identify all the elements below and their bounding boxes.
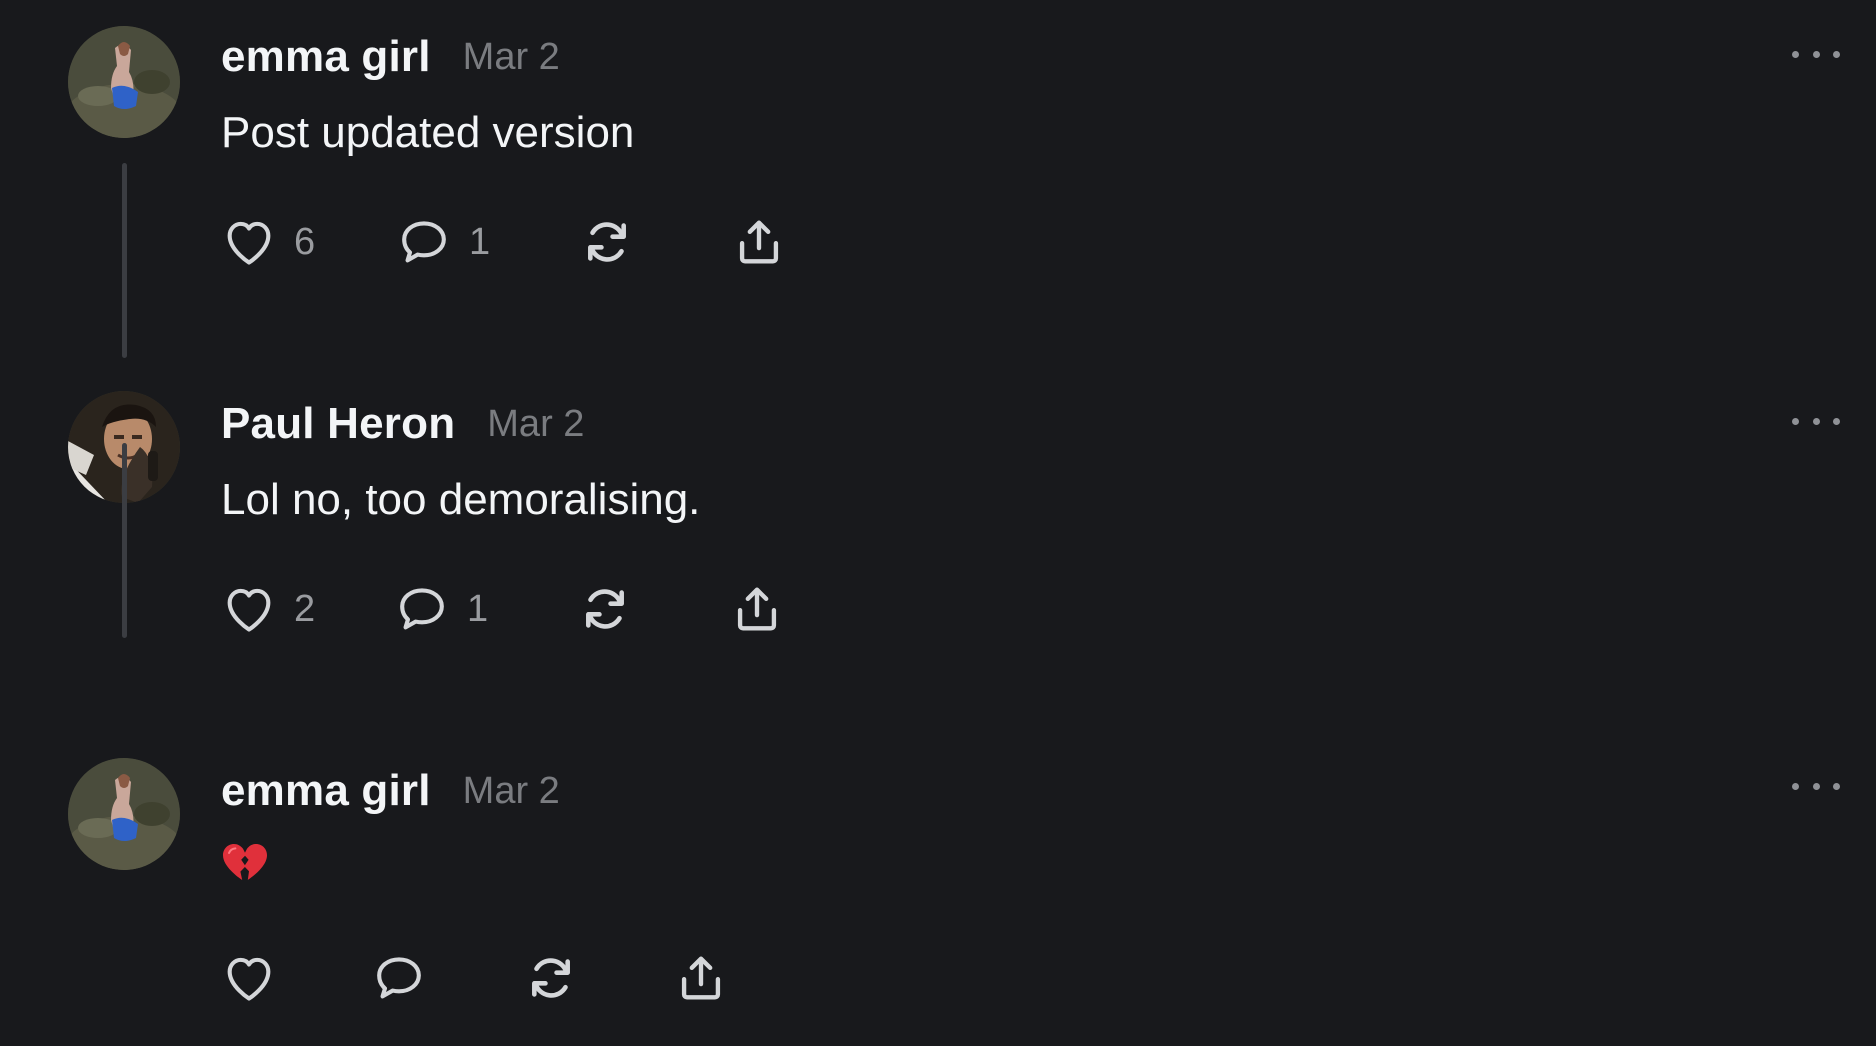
repost-icon <box>578 213 636 271</box>
repost-button[interactable] <box>522 946 580 1010</box>
username[interactable]: Paul Heron <box>221 399 455 449</box>
post-emoji <box>221 842 269 893</box>
user-avatar[interactable] <box>68 26 180 138</box>
share-button[interactable] <box>728 577 786 641</box>
post-text: Lol no, too demoralising. <box>221 475 701 524</box>
thread-feed: emma girl Mar 2 Post updated version 6 1 <box>0 0 1876 1046</box>
repost-button[interactable] <box>578 210 636 274</box>
reply-button[interactable] <box>370 946 428 1010</box>
thread-connector-line <box>122 443 127 638</box>
emma-avatar-image <box>68 26 180 138</box>
post-item: emma girl Mar 2 <box>0 734 1876 1046</box>
username[interactable]: emma girl <box>221 32 431 82</box>
repost-icon <box>576 580 634 638</box>
repost-icon <box>522 949 580 1007</box>
more-options-icon[interactable] <box>1792 40 1840 68</box>
share-button[interactable] <box>672 946 730 1010</box>
post-date: Mar 2 <box>462 769 560 812</box>
reply-button[interactable]: 1 <box>395 210 490 274</box>
post-header: emma girl Mar 2 <box>221 762 560 820</box>
post-date: Mar 2 <box>462 35 560 78</box>
thread-connector-line <box>122 163 127 358</box>
heart-icon <box>220 580 278 638</box>
post-text: Post updated version <box>221 108 635 157</box>
reply-button[interactable]: 1 <box>393 577 488 641</box>
more-options-icon[interactable] <box>1792 407 1840 435</box>
post-item: Paul Heron Mar 2 Lol no, too demoralisin… <box>0 367 1876 734</box>
post-date: Mar 2 <box>487 402 585 445</box>
user-avatar[interactable] <box>68 758 180 870</box>
share-icon <box>730 213 788 271</box>
share-button[interactable] <box>730 210 788 274</box>
emma-avatar-image <box>68 758 180 870</box>
reply-count: 1 <box>469 220 491 263</box>
share-icon <box>728 580 786 638</box>
like-button[interactable] <box>220 946 278 1010</box>
reply-count: 1 <box>467 587 489 630</box>
more-options-icon[interactable] <box>1792 772 1840 800</box>
broken-heart-icon <box>223 844 267 880</box>
comment-icon <box>395 213 453 271</box>
username[interactable]: emma girl <box>221 766 431 816</box>
comment-icon <box>393 580 451 638</box>
heart-icon <box>220 213 278 271</box>
like-button[interactable]: 2 <box>220 577 315 641</box>
repost-button[interactable] <box>576 577 634 641</box>
like-button[interactable]: 6 <box>220 210 315 274</box>
share-icon <box>672 949 730 1007</box>
like-count: 6 <box>294 220 316 263</box>
comment-icon <box>370 949 428 1007</box>
like-count: 2 <box>294 587 316 630</box>
post-header: Paul Heron Mar 2 <box>221 395 584 453</box>
post-item: emma girl Mar 2 Post updated version 6 1 <box>0 0 1876 367</box>
heart-icon <box>220 949 278 1007</box>
post-header: emma girl Mar 2 <box>221 28 560 86</box>
